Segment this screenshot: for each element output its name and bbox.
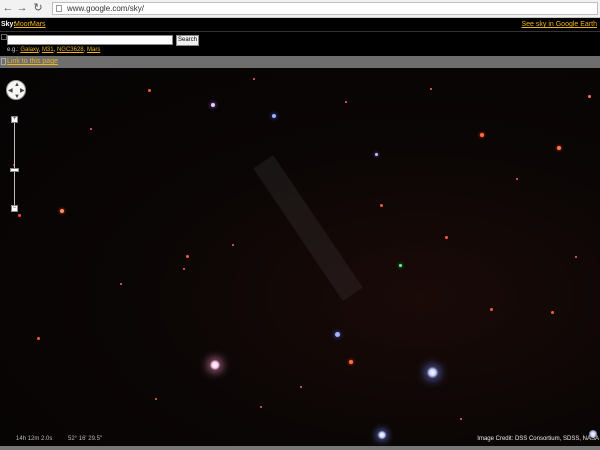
zoom-slider-thumb[interactable] — [10, 168, 19, 172]
browser-toolbar: ← → ↻ www.google.com/sky/ — [0, 0, 600, 18]
star — [183, 268, 185, 270]
declination-readout: 52° 16' 29.5" — [68, 436, 103, 442]
star — [430, 88, 432, 90]
zoom-out-button[interactable]: − — [11, 205, 18, 212]
star — [588, 95, 591, 98]
example-mars-link[interactable]: Mars — [87, 47, 100, 53]
star — [335, 332, 340, 337]
star — [60, 209, 64, 213]
page-icon — [56, 5, 62, 12]
star — [211, 103, 215, 107]
star — [460, 418, 462, 420]
zoom-slider-track[interactable] — [14, 120, 15, 210]
moon-link[interactable]: Moon — [14, 18, 32, 31]
example-ngc3628-link[interactable]: NGC3628 — [57, 47, 84, 53]
see-in-earth-link[interactable]: See sky in Google Earth — [522, 18, 598, 31]
star — [148, 89, 151, 92]
star — [260, 406, 262, 408]
pan-down-icon[interactable]: ▼ — [14, 94, 20, 100]
star — [90, 128, 92, 130]
star — [253, 78, 255, 80]
back-arrow-icon[interactable]: ← — [2, 2, 14, 14]
search-button[interactable]: Search — [176, 35, 199, 46]
pan-control[interactable]: ▲ ▼ ◀ ▶ — [6, 80, 26, 100]
star — [272, 114, 276, 118]
star — [345, 101, 347, 103]
reload-icon[interactable]: ↻ — [32, 2, 44, 14]
star — [399, 264, 402, 267]
star — [557, 146, 561, 150]
star — [186, 255, 189, 258]
forward-arrow-icon[interactable]: → — [16, 2, 28, 14]
sky-map[interactable]: ▲ ▼ ◀ ▶ + − 14h 12m 2.0s 52° 16' 29.5" I… — [0, 68, 600, 450]
star — [445, 236, 448, 239]
pan-left-icon[interactable]: ◀ — [8, 88, 13, 94]
star — [551, 311, 554, 314]
search-input[interactable] — [7, 35, 173, 45]
mars-link[interactable]: Mars — [30, 18, 46, 31]
address-url: www.google.com/sky/ — [67, 4, 144, 13]
star — [155, 398, 157, 400]
star — [490, 308, 493, 311]
star — [480, 133, 484, 137]
star — [232, 244, 234, 246]
star — [380, 204, 383, 207]
star — [209, 359, 221, 371]
star — [18, 214, 21, 217]
star — [516, 178, 518, 180]
star — [377, 430, 387, 440]
pan-right-icon[interactable]: ▶ — [20, 88, 25, 94]
link-to-page[interactable]: Link to this page — [7, 57, 58, 67]
right-ascension-readout: 14h 12m 2.0s — [16, 436, 53, 442]
link-icon — [1, 58, 6, 65]
image-credit: Image Credit: DSS Consortium, SDSS, NASA — [477, 436, 599, 442]
bottom-strip — [0, 446, 600, 450]
example-m31-link[interactable]: M31 — [42, 47, 54, 53]
star — [375, 153, 378, 156]
search-examples: e.g.: Galaxy, M31, NGC3628, Mars — [7, 47, 101, 53]
star — [37, 337, 40, 340]
sky-top-bar: Sky: Moon Mars See sky in Google Earth — [0, 18, 600, 32]
examples-prefix: e.g.: — [7, 47, 19, 53]
zoom-in-button[interactable]: + — [11, 116, 18, 123]
star — [575, 256, 577, 258]
satellite-streak — [253, 154, 363, 302]
link-bar: Link to this page — [0, 56, 600, 68]
address-bar[interactable]: www.google.com/sky/ — [52, 2, 598, 15]
star — [349, 360, 353, 364]
star — [426, 366, 439, 379]
search-row: Search e.g.: Galaxy, M31, NGC3628, Mars — [0, 32, 600, 56]
star — [300, 386, 302, 388]
example-galaxy-link[interactable]: Galaxy — [20, 47, 38, 53]
star — [120, 283, 122, 285]
